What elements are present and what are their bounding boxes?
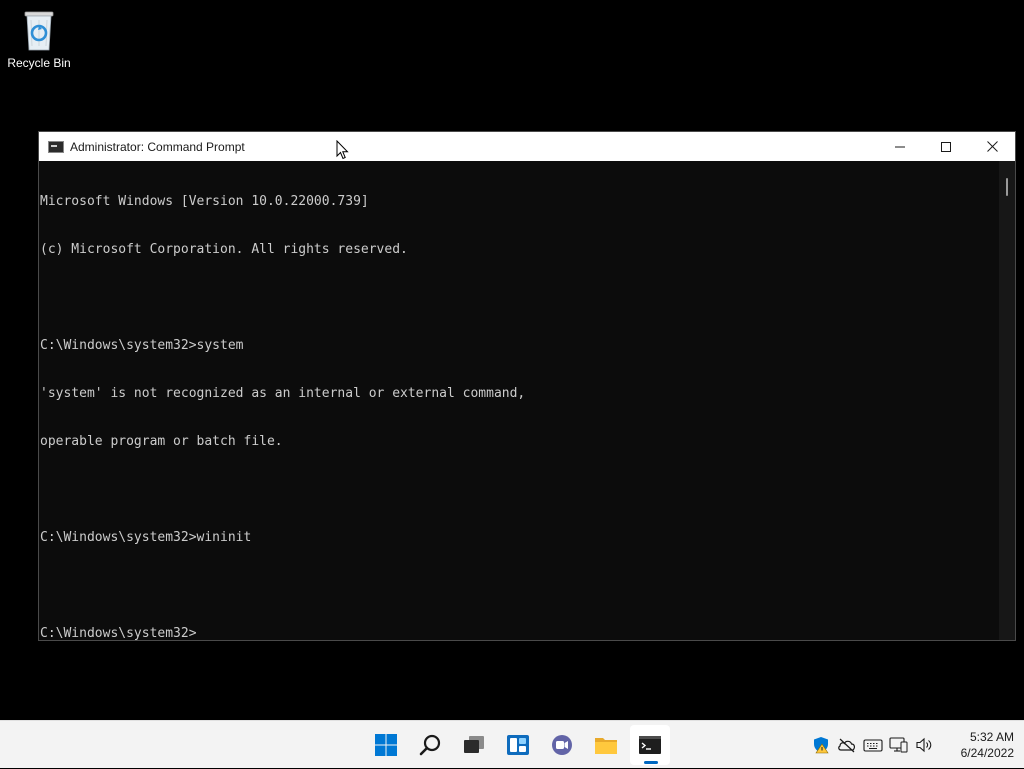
network-tray-button[interactable] — [887, 733, 911, 757]
clock-date: 6/24/2022 — [960, 746, 1014, 760]
command-prompt-icon — [48, 140, 64, 153]
search-icon — [419, 734, 441, 756]
command-prompt-taskbar-button[interactable] — [630, 725, 670, 765]
widgets-button[interactable] — [498, 725, 538, 765]
command-prompt-icon — [639, 736, 661, 754]
task-view-button[interactable] — [454, 725, 494, 765]
chat-icon — [552, 735, 572, 755]
window-controls — [877, 132, 1015, 161]
clock-time: 5:32 AM — [969, 730, 1014, 744]
volume-icon — [916, 737, 932, 753]
file-explorer-button[interactable] — [586, 725, 626, 765]
keyboard-icon — [863, 739, 883, 752]
console-line: 'system' is not recognized as an interna… — [40, 386, 526, 401]
console-line: Microsoft Windows [Version 10.0.22000.73… — [40, 194, 369, 209]
keyboard-tray-button[interactable] — [861, 733, 885, 757]
mouse-pointer-icon — [336, 140, 349, 160]
recycle-bin-shortcut[interactable]: Recycle Bin — [4, 6, 74, 70]
volume-tray-button[interactable] — [913, 733, 937, 757]
close-button[interactable] — [969, 132, 1015, 161]
console-prompt-line: C:\Windows\system32> — [40, 626, 197, 640]
security-tray-button[interactable] — [809, 733, 833, 757]
task-view-icon — [464, 736, 484, 753]
windows-logo-icon — [375, 734, 397, 756]
console-output[interactable]: Microsoft Windows [Version 10.0.22000.73… — [39, 161, 999, 640]
start-button[interactable] — [366, 725, 406, 765]
console-line: C:\Windows\system32>wininit — [40, 530, 252, 545]
chat-button[interactable] — [542, 725, 582, 765]
network-icon — [889, 737, 908, 753]
window-title: Administrator: Command Prompt — [70, 139, 245, 154]
close-icon — [986, 141, 998, 152]
minimize-button[interactable] — [877, 132, 923, 161]
widgets-icon — [507, 735, 529, 755]
folder-icon — [595, 738, 617, 754]
maximize-icon — [941, 141, 951, 152]
desktop: Recycle Bin Administrator: Command Promp… — [0, 0, 1024, 720]
search-button[interactable] — [410, 725, 450, 765]
command-prompt-window[interactable]: Administrator: Command Prompt Microsoft … — [38, 131, 1016, 641]
console-line: operable program or batch file. — [40, 434, 283, 449]
minimize-icon — [895, 146, 905, 147]
console-line: (c) Microsoft Corporation. All rights re… — [40, 242, 408, 257]
vertical-scrollbar[interactable] — [999, 161, 1015, 640]
taskbar: 5:32 AM 6/24/2022 — [0, 720, 1024, 768]
taskbar-clock[interactable]: 5:32 AM 6/24/2022 — [942, 729, 1014, 761]
recycle-bin-icon — [24, 11, 54, 51]
console-line: C:\Windows\system32>system — [40, 338, 244, 353]
scrollbar-thumb[interactable] — [1006, 178, 1008, 196]
recycle-bin-label: Recycle Bin — [7, 56, 71, 70]
system-tray: 5:32 AM 6/24/2022 — [808, 721, 1024, 769]
onedrive-icon — [838, 738, 856, 753]
security-shield-icon — [814, 737, 829, 754]
onedrive-tray-button[interactable] — [835, 733, 859, 757]
window-titlebar[interactable]: Administrator: Command Prompt — [39, 132, 1015, 161]
taskbar-apps — [364, 721, 672, 769]
maximize-button[interactable] — [923, 132, 969, 161]
